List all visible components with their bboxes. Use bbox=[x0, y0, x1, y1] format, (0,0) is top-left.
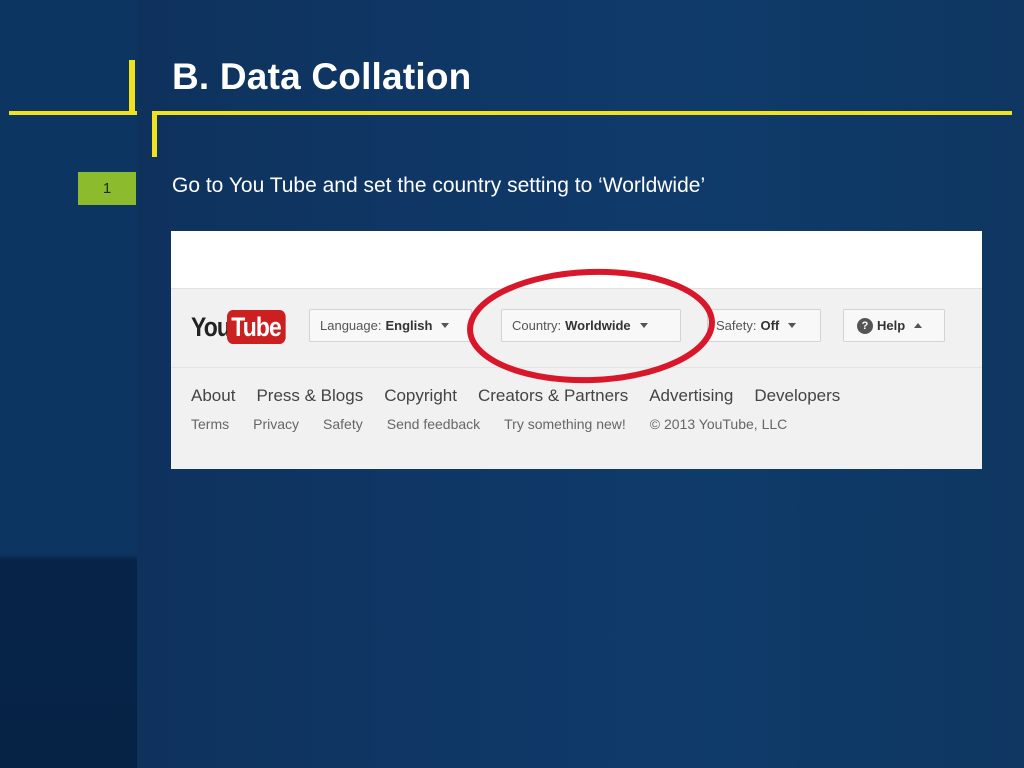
footer-link-terms[interactable]: Terms bbox=[191, 416, 229, 432]
safety-dropdown[interactable]: Safety: Off bbox=[707, 309, 821, 342]
footer-link-developers[interactable]: Developers bbox=[754, 386, 840, 406]
slide-title: B. Data Collation bbox=[172, 56, 472, 97]
safety-dropdown-value: Off bbox=[760, 318, 780, 333]
help-button[interactable]: ? Help bbox=[843, 309, 945, 342]
footer-link-advertising[interactable]: Advertising bbox=[649, 386, 733, 406]
youtube-page-top-area bbox=[171, 231, 982, 289]
step-number-badge: 1 bbox=[78, 172, 136, 205]
chevron-up-icon bbox=[914, 323, 923, 328]
footer-link-about[interactable]: About bbox=[191, 386, 235, 406]
chevron-down-icon bbox=[788, 323, 797, 328]
footer-link-copyright[interactable]: Copyright bbox=[384, 386, 457, 406]
youtube-logo[interactable]: You Tube bbox=[191, 309, 296, 345]
country-dropdown-label: Country: bbox=[512, 318, 562, 333]
footer-secondary-links: Terms Privacy Safety Send feedback Try s… bbox=[191, 416, 811, 432]
youtube-logo-tube: Tube bbox=[227, 310, 286, 344]
left-panel-background bbox=[0, 0, 137, 768]
chevron-down-icon bbox=[639, 323, 648, 328]
yellow-rule-main-vertical bbox=[152, 111, 157, 157]
help-button-label: Help bbox=[877, 318, 906, 333]
footer-link-privacy[interactable]: Privacy bbox=[253, 416, 299, 432]
footer-link-creators-partners[interactable]: Creators & Partners bbox=[478, 386, 628, 406]
step-instruction: Go to You Tube and set the country setti… bbox=[172, 174, 706, 197]
country-dropdown-value: Worldwide bbox=[565, 318, 631, 333]
footer-divider bbox=[171, 367, 982, 368]
footer-link-press-blogs[interactable]: Press & Blogs bbox=[256, 386, 363, 406]
language-dropdown-label: Language: bbox=[320, 318, 382, 333]
youtube-logo-you: You bbox=[191, 311, 231, 342]
footer-link-safety[interactable]: Safety bbox=[323, 416, 363, 432]
language-dropdown[interactable]: Language: English bbox=[309, 309, 472, 342]
chevron-down-icon bbox=[441, 323, 450, 328]
footer-link-try-something-new[interactable]: Try something new! bbox=[504, 416, 626, 432]
safety-dropdown-label: Safety: bbox=[716, 318, 757, 333]
language-dropdown-value: English bbox=[385, 318, 433, 333]
yellow-rule-main-horizontal bbox=[152, 111, 1012, 115]
footer-copyright-text: © 2013 YouTube, LLC bbox=[649, 416, 788, 432]
yellow-rule-left-horizontal bbox=[9, 111, 137, 115]
help-icon: ? bbox=[857, 317, 873, 334]
youtube-footer-screenshot: You Tube Language: English Country: Worl… bbox=[171, 231, 982, 469]
footer-link-send-feedback[interactable]: Send feedback bbox=[387, 416, 480, 432]
footer-primary-links: About Press & Blogs Copyright Creators &… bbox=[191, 386, 861, 406]
yellow-rule-left-vertical bbox=[129, 60, 135, 115]
country-dropdown[interactable]: Country: Worldwide bbox=[501, 309, 681, 342]
